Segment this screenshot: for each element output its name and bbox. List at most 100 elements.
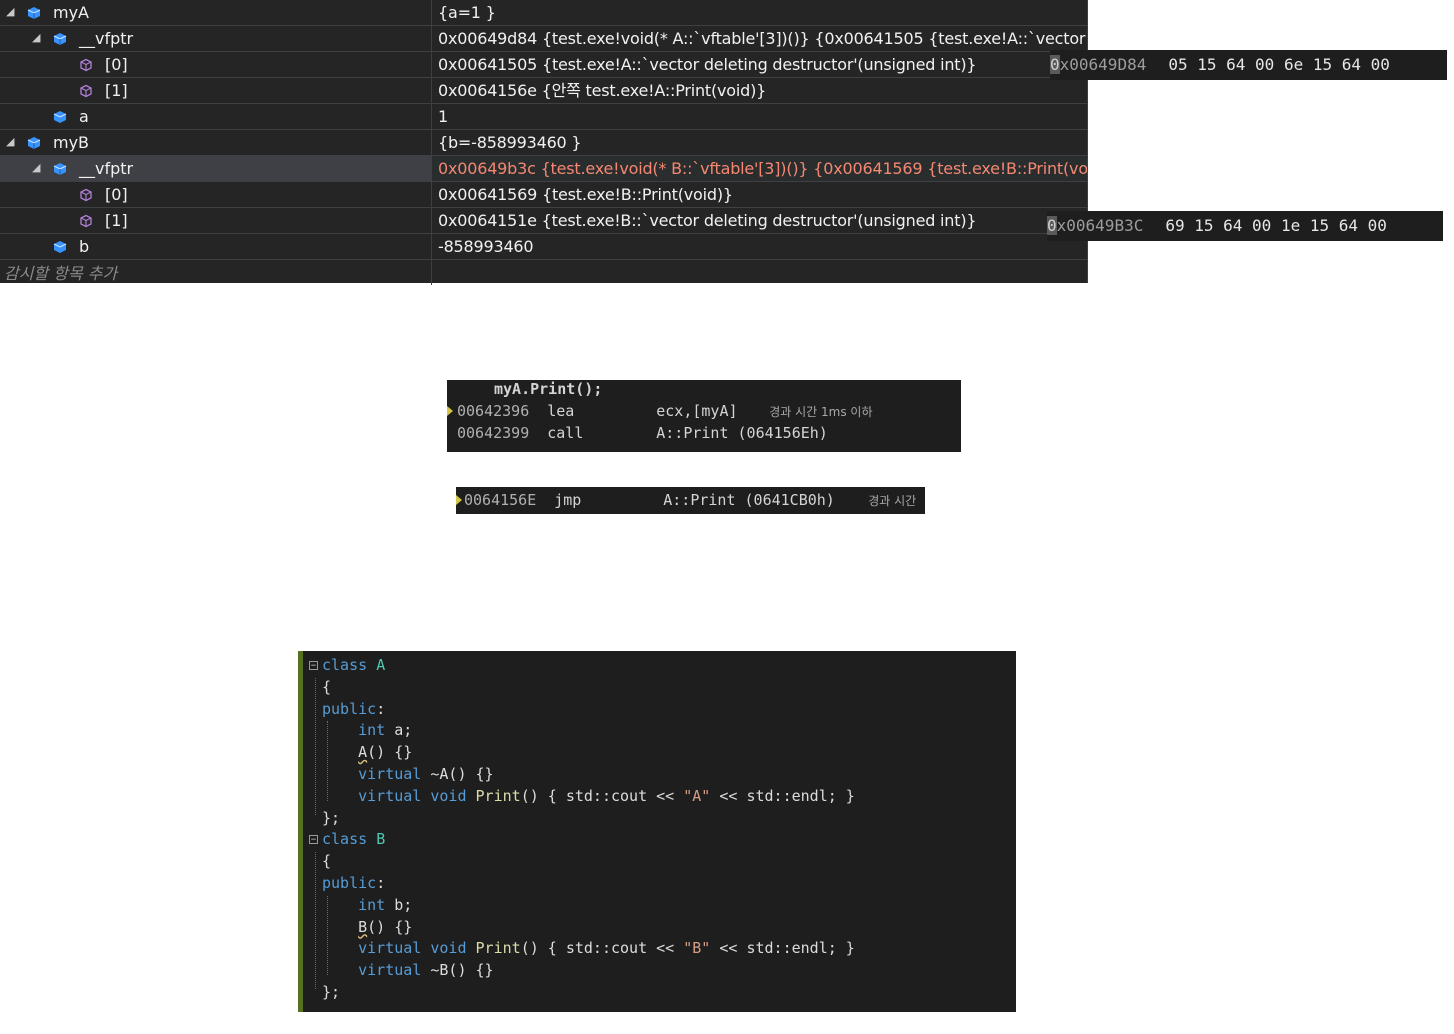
code-line[interactable]: class A bbox=[322, 654, 385, 676]
disasm-args: A::Print (0641CB0h) bbox=[663, 491, 835, 509]
watch-value-cell[interactable]: {a=1 } bbox=[433, 0, 1087, 25]
disasm-line[interactable]: 0064156E jmp A::Print (0641CB0h) 경과 시간 bbox=[464, 489, 916, 511]
code-line[interactable]: }; bbox=[322, 807, 340, 829]
watch-name-cell[interactable]: [1] bbox=[0, 78, 432, 103]
watch-value: 0x00649d84 {test.exe!void(* A::`vftable'… bbox=[438, 29, 1087, 48]
expand-toggle-icon[interactable]: ◢ bbox=[32, 31, 40, 45]
watch-value-cell[interactable]: 0x0064156e {안쪽 test.exe!A::Print(void)} bbox=[433, 78, 1087, 103]
watch-row[interactable]: [1] 0x0064156e {안쪽 test.exe!A::Print(void… bbox=[0, 78, 1087, 104]
watch-variable-name: [0] bbox=[105, 55, 128, 74]
watch-row[interactable]: [1] 0x0064151e {test.exe!B::`vector delet… bbox=[0, 208, 1087, 234]
disasm-args: A::Print (064156Eh) bbox=[656, 424, 828, 442]
watch-value-cell[interactable]: 0x00649d84 {test.exe!void(* A::`vftable'… bbox=[433, 26, 1087, 51]
watch-variable-name: [0] bbox=[105, 185, 128, 204]
watch-name-cell[interactable]: [0] bbox=[0, 52, 432, 77]
watch-value: {b=-858993460 } bbox=[438, 133, 582, 152]
memory-caret: 0 bbox=[1047, 216, 1057, 235]
code-editor[interactable]: class A{public: int a; A() {} virtual ~A… bbox=[298, 651, 1016, 1012]
code-line[interactable]: virtual void Print() { std::cout << "A" … bbox=[322, 785, 855, 807]
watch-row[interactable]: [0] 0x00641505 {test.exe!A::`vector delet… bbox=[0, 52, 1087, 78]
watch-row[interactable]: ◢ __vfptr 0x00649d84 {test.exe!void(* A::`… bbox=[0, 26, 1087, 52]
code-line[interactable]: A() {} bbox=[322, 741, 412, 763]
watch-name-cell[interactable]: ◢ __vfptr bbox=[0, 26, 432, 51]
disasm-op: jmp bbox=[554, 491, 582, 509]
watch-name-cell[interactable]: [1] bbox=[0, 208, 432, 233]
watch-name-cell[interactable]: ◢ myA bbox=[0, 0, 432, 25]
indent-guide bbox=[327, 721, 328, 801]
watch-name-cell[interactable]: [0] bbox=[0, 182, 432, 207]
code-line[interactable]: public: bbox=[322, 698, 385, 720]
cube-outline-icon bbox=[79, 187, 93, 202]
memory-address: x00649B3C bbox=[1056, 216, 1144, 235]
add-watch-placeholder[interactable]: 감시할 항목 추가 bbox=[4, 264, 117, 284]
memory-caret: 0 bbox=[1050, 55, 1060, 74]
code-line[interactable]: class B bbox=[322, 828, 385, 850]
watch-value-cell[interactable]: {b=-858993460 } bbox=[433, 130, 1087, 155]
watch-name-cell[interactable]: ◢ __vfptr bbox=[0, 156, 432, 181]
watch-row[interactable]: [0] 0x00641569 {test.exe!B::Print(void)} bbox=[0, 182, 1087, 208]
disasm-address: 00642396 bbox=[457, 402, 530, 420]
code-line[interactable]: int a; bbox=[322, 719, 412, 741]
watch-variable-name: __vfptr bbox=[79, 159, 134, 178]
watch-value: 0x00649b3c {test.exe!void(* B::`vftable'… bbox=[438, 159, 1087, 178]
watch-value-cell[interactable]: -858993460 bbox=[433, 234, 1087, 259]
disasm-line[interactable]: 00642396 lea ecx,[myA] 경과 시간 1ms 이하 bbox=[457, 400, 873, 422]
code-token: : bbox=[376, 699, 386, 718]
cube-outline-icon bbox=[79, 83, 93, 98]
watch-value-cell[interactable]: 0x00641569 {test.exe!B::Print(void)} bbox=[433, 182, 1087, 207]
watch-name-cell[interactable]: ◢ myB bbox=[0, 130, 432, 155]
code-token: A bbox=[376, 656, 386, 674]
code-line[interactable]: public: bbox=[322, 872, 385, 894]
object-icon bbox=[27, 5, 41, 19]
watch-row[interactable]: b -858993460 bbox=[0, 234, 1087, 260]
object-icon bbox=[27, 135, 41, 149]
code-token: Print bbox=[475, 939, 521, 958]
code-line[interactable]: }; bbox=[322, 981, 340, 1003]
fold-guide bbox=[315, 852, 316, 989]
watch-row[interactable]: ◢ __vfptr 0x00649b3c {test.exe!void(* B::`… bbox=[0, 156, 1087, 182]
fold-guide bbox=[315, 677, 316, 815]
code-token: virtual bbox=[358, 939, 422, 958]
code-token: B bbox=[376, 830, 386, 849]
code-line[interactable]: { bbox=[322, 850, 331, 872]
code-token: class bbox=[322, 656, 368, 674]
watch-window: ◢ myA {a=1 } ◢ __vfptr 0x00649d84 {test.exe!v… bbox=[0, 0, 1088, 286]
perf-tip: 경과 시간 bbox=[868, 494, 917, 508]
code-line[interactable]: virtual ~B() {} bbox=[322, 959, 493, 981]
code-token: () {} bbox=[367, 743, 413, 762]
code-token: public bbox=[322, 699, 377, 718]
watch-name-cell[interactable]: b bbox=[0, 234, 432, 259]
disasm-line[interactable]: 00642399 call A::Print (064156Eh) bbox=[457, 422, 828, 444]
add-watch-row[interactable]: 감시할 항목 추가 bbox=[0, 260, 1087, 286]
code-line[interactable]: virtual void Print() { std::cout << "B" … bbox=[322, 937, 855, 959]
watch-variable-name: b bbox=[79, 237, 90, 256]
watch-value-cell[interactable]: 0x00649b3c {test.exe!void(* B::`vftable'… bbox=[433, 156, 1087, 181]
memory-view-2[interactable]: 0x00649B3C 69 15 64 00 1e 15 64 00 bbox=[1047, 211, 1443, 241]
code-line[interactable]: virtual ~A() {} bbox=[322, 763, 493, 785]
watch-value-cell[interactable]: 0x0064151e {test.exe!B::`vector deleting… bbox=[433, 208, 1087, 233]
code-line[interactable]: B() {} bbox=[322, 916, 412, 938]
watch-name-cell[interactable]: a bbox=[0, 104, 432, 129]
watch-value: 0x00641569 {test.exe!B::Print(void)} bbox=[438, 185, 733, 204]
expand-toggle-icon[interactable]: ◢ bbox=[6, 5, 14, 19]
add-watch-cell[interactable]: 감시할 항목 추가 bbox=[0, 260, 432, 285]
code-token: virtual bbox=[358, 765, 422, 783]
expand-toggle-icon[interactable]: ◢ bbox=[32, 161, 40, 175]
expand-toggle-icon[interactable]: ◢ bbox=[6, 135, 14, 149]
watch-value-cell[interactable]: 1 bbox=[433, 104, 1087, 129]
code-line[interactable]: int b; bbox=[322, 894, 412, 916]
watch-row[interactable]: ◢ myB {b=-858993460 } bbox=[0, 130, 1087, 156]
code-line[interactable]: { bbox=[322, 676, 331, 698]
watch-row[interactable]: ◢ myA {a=1 } bbox=[0, 0, 1087, 26]
code-token: () { std::cout << bbox=[520, 786, 684, 805]
code-token: class bbox=[322, 830, 368, 849]
code-token: virtual bbox=[358, 961, 422, 980]
code-token: }; bbox=[322, 983, 341, 1001]
memory-view-1[interactable]: 0x00649D84 05 15 64 00 6e 15 64 00 bbox=[1050, 50, 1447, 80]
collapse-icon[interactable]: − bbox=[309, 835, 318, 845]
watch-row[interactable]: a1 bbox=[0, 104, 1087, 130]
collapse-icon[interactable]: − bbox=[309, 661, 318, 671]
watch-variable-name: [1] bbox=[105, 81, 128, 100]
watch-value-cell[interactable]: 0x00641505 {test.exe!A::`vector deleting… bbox=[433, 52, 1087, 77]
